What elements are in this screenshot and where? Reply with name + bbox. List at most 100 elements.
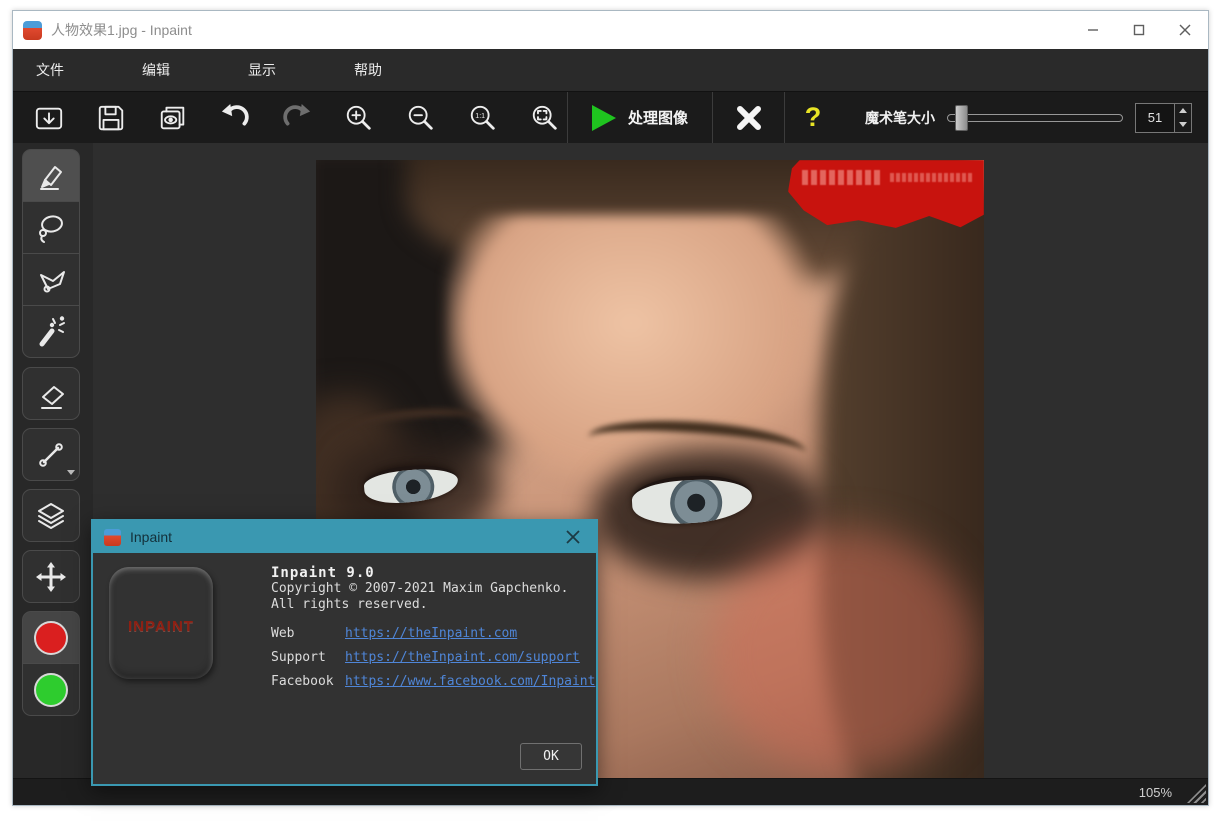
brush-size-group: 魔术笔大小: [865, 103, 1208, 133]
watermark-trace-1: [802, 170, 880, 185]
menubar: 文件 编辑 显示 帮助: [13, 49, 1208, 91]
photo-backdrop: [316, 160, 566, 495]
photo-cheek-blush: [711, 530, 976, 775]
arrow-up-icon: [1179, 108, 1187, 113]
polygon-lasso-icon: [34, 263, 68, 297]
dialog-close-button[interactable]: [561, 525, 585, 549]
marker-icon: [34, 159, 68, 193]
dialog-titlebar[interactable]: Inpaint: [93, 521, 596, 553]
question-mark-icon: ?: [805, 102, 822, 133]
undo-icon: [220, 103, 250, 133]
spinner-arrows: [1175, 103, 1192, 133]
brush-size-spinner: [1135, 103, 1192, 133]
toolbar: 1:1 处理图像 ? 魔术笔大小: [13, 91, 1208, 143]
toolbar-icons: 1:1: [13, 96, 567, 140]
actual-size-button[interactable]: 1:1: [461, 96, 505, 140]
maximize-button[interactable]: [1116, 11, 1162, 49]
resize-grip[interactable]: [1187, 784, 1206, 803]
line-tool-button[interactable]: [22, 428, 80, 481]
about-heading: Inpaint 9.0: [271, 565, 584, 581]
red-marker-button[interactable]: [22, 611, 80, 664]
web-label: Web: [271, 626, 345, 641]
undo-button[interactable]: [213, 96, 257, 140]
photo-left-iris: [391, 464, 437, 506]
web-link[interactable]: https://theInpaint.com: [345, 626, 517, 641]
menu-file[interactable]: 文件: [36, 60, 64, 80]
line-icon: [34, 438, 68, 472]
minimize-button[interactable]: [1070, 11, 1116, 49]
photo-forehead: [446, 215, 816, 485]
preview-icon: [158, 103, 188, 133]
menu-help[interactable]: 帮助: [354, 60, 382, 80]
green-marker-button[interactable]: [22, 663, 80, 716]
zoom-out-icon: [406, 103, 436, 133]
dialog-app-icon: [104, 529, 121, 546]
close-button[interactable]: [1162, 11, 1208, 49]
redo-button[interactable]: [275, 96, 319, 140]
preview-button[interactable]: [151, 96, 195, 140]
brush-size-input[interactable]: [1135, 103, 1175, 133]
redo-icon: [282, 103, 312, 133]
zoom-in-icon: [344, 103, 374, 133]
support-label: Support: [271, 650, 345, 665]
fit-screen-button[interactable]: [523, 96, 567, 140]
menu-view[interactable]: 显示: [248, 60, 276, 80]
spinner-down-button[interactable]: [1175, 118, 1191, 132]
zoom-in-button[interactable]: [337, 96, 381, 140]
watermark-trace-2: [890, 173, 974, 182]
app-window: 人物效果1.jpg - Inpaint 文件 编辑 显示 帮助: [12, 10, 1209, 806]
process-image-button[interactable]: 处理图像: [567, 92, 713, 143]
save-icon: [96, 103, 126, 133]
clear-selection-button[interactable]: [713, 92, 785, 143]
facebook-link[interactable]: https://www.facebook.com/Inpaint: [345, 674, 595, 689]
titlebar[interactable]: 人物效果1.jpg - Inpaint: [13, 11, 1208, 49]
magic-wand-tool-button[interactable]: [22, 305, 80, 358]
spinner-up-button[interactable]: [1175, 104, 1191, 118]
save-button[interactable]: [89, 96, 133, 140]
dialog-body: INPAINT Inpaint 9.0 Copyright © 2007-202…: [93, 553, 596, 782]
help-button[interactable]: ?: [785, 92, 841, 143]
window-title: 人物效果1.jpg - Inpaint: [51, 20, 192, 40]
slider-handle[interactable]: [955, 105, 968, 131]
photo-left-eye: [363, 462, 460, 506]
layers-icon: [34, 499, 68, 533]
photo-left-eyebrow: [330, 402, 485, 454]
open-button[interactable]: [27, 96, 71, 140]
open-icon: [34, 103, 64, 133]
copyright-line-1: Copyright © 2007-2021 Maxim Gapchenko.: [271, 581, 584, 597]
eraser-tool-button[interactable]: [22, 367, 80, 420]
green-circle-icon: [34, 673, 68, 707]
photo-right-eyeshadow: [592, 448, 827, 580]
red-mask-selection: [788, 160, 984, 230]
photo-hair-top: [406, 160, 976, 290]
window-controls: [1070, 11, 1208, 49]
magic-wand-icon: [34, 315, 68, 349]
ok-button[interactable]: OK: [520, 743, 582, 770]
tool-panel: [13, 143, 93, 778]
zoom-out-button[interactable]: [399, 96, 443, 140]
play-icon: [592, 105, 616, 131]
eraser-icon: [34, 377, 68, 411]
web-row: Web https://theInpaint.com: [271, 626, 584, 641]
fit-screen-icon: [530, 103, 560, 133]
move-tool-button[interactable]: [22, 550, 80, 603]
screenshot-page: 人物效果1.jpg - Inpaint 文件 编辑 显示 帮助: [0, 0, 1225, 827]
svg-text:1:1: 1:1: [475, 113, 485, 120]
facebook-label: Facebook: [271, 674, 345, 689]
support-row: Support https://theInpaint.com/support: [271, 650, 584, 665]
x-icon: [734, 103, 764, 133]
polygon-lasso-tool-button[interactable]: [22, 253, 80, 306]
move-icon: [34, 560, 68, 594]
photo-right-eye: [631, 473, 753, 526]
slider-track[interactable]: [947, 114, 1123, 122]
marker-tool-button[interactable]: [22, 149, 80, 202]
support-link[interactable]: https://theInpaint.com/support: [345, 650, 580, 665]
titlebar-left: 人物效果1.jpg - Inpaint: [13, 20, 1070, 40]
link-rows: Web https://theInpaint.com Support https…: [271, 626, 584, 689]
layers-tool-button[interactable]: [22, 489, 80, 542]
lasso-tool-button[interactable]: [22, 201, 80, 254]
brush-size-slider[interactable]: [947, 105, 1123, 131]
menu-edit[interactable]: 编辑: [142, 60, 170, 80]
photo-right-eyebrow: [587, 414, 808, 475]
photo-hair-right: [819, 190, 984, 778]
